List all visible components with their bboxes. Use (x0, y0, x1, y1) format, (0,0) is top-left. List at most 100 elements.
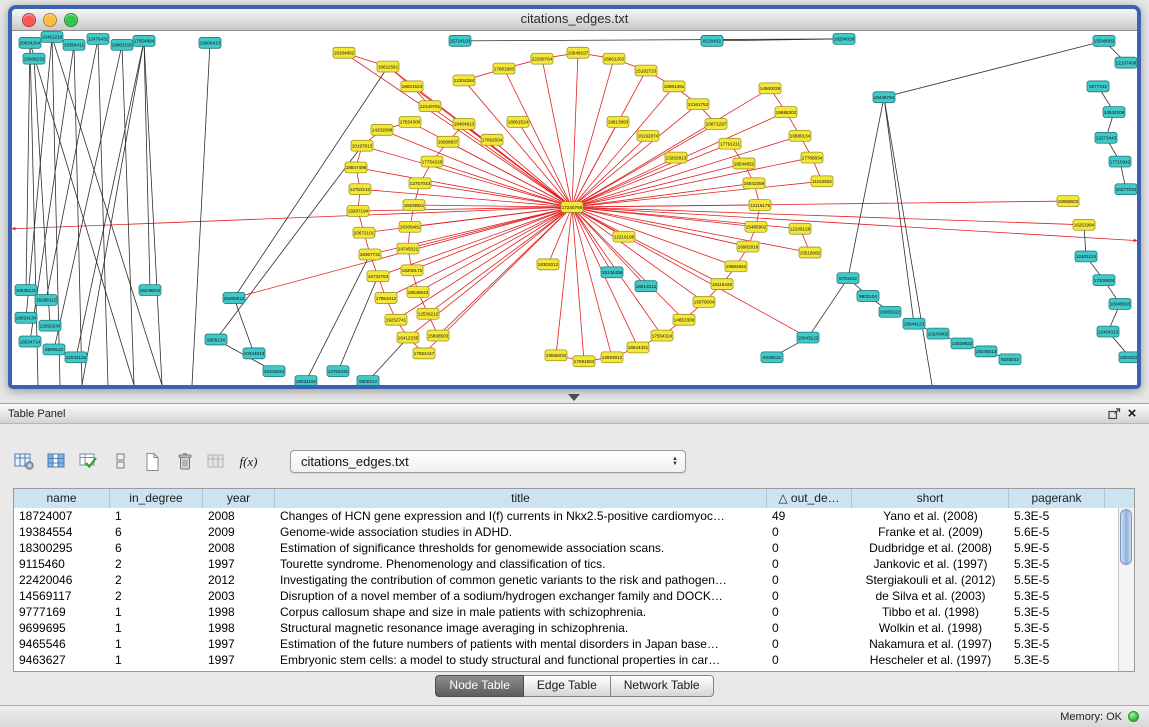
graph-node[interactable]: 17554447 (413, 348, 435, 359)
graph-node[interactable]: 17081504 (573, 356, 595, 367)
table-row[interactable]: 946362711997Embryonic stem cells: a mode… (14, 652, 1119, 668)
graph-node[interactable]: 12536212 (417, 308, 439, 319)
graph-node[interactable]: 16043122 (797, 332, 819, 343)
function-builder-icon[interactable]: f(x) (236, 450, 261, 473)
graph-node[interactable]: 17554324 (651, 330, 673, 341)
cell-in_degree[interactable]: 2 (110, 588, 203, 604)
graph-node[interactable]: 16042359 (743, 178, 765, 189)
row-tools-icon[interactable] (108, 450, 133, 473)
graph-edge[interactable] (464, 80, 572, 207)
graph-edge[interactable] (216, 146, 362, 340)
cell-year[interactable]: 1997 (203, 636, 275, 652)
graph-node[interactable]: 10243402 (927, 328, 949, 339)
graph-edge[interactable] (234, 298, 254, 353)
delete-table-icon[interactable] (172, 450, 197, 473)
graph-node[interactable]: 26260612 (223, 293, 245, 304)
graph-node[interactable]: 12590234 (39, 320, 61, 331)
show-columns-icon[interactable] (44, 450, 69, 473)
graph-node[interactable]: 16206172 (401, 265, 423, 276)
float-panel-button[interactable] (1105, 406, 1123, 422)
vertical-scrollbar[interactable] (1118, 508, 1134, 671)
graph-node[interactable]: 17081983 (493, 63, 515, 74)
graph-node[interactable]: 12116179 (749, 200, 771, 211)
graph-node[interactable]: 18302012 (537, 259, 559, 270)
table-options-icon[interactable] (12, 450, 37, 473)
graph-edge[interactable] (884, 97, 932, 385)
network-canvas[interactable]: 1724076918184882166115921800152312140781… (12, 31, 1137, 385)
graph-node[interactable]: 15518082 (799, 247, 821, 258)
graph-edge[interactable] (26, 43, 30, 290)
cell-in_degree[interactable]: 1 (110, 636, 203, 652)
cell-title[interactable]: Corpus callosum shape and size in male p… (275, 604, 767, 620)
graph-node[interactable]: 16461219 (41, 31, 63, 42)
graph-edge[interactable] (368, 338, 408, 382)
graph-node[interactable]: 12893912 (601, 352, 623, 363)
graph-edge[interactable] (572, 207, 748, 247)
graph-node[interactable]: 18464913 (453, 119, 475, 130)
graph-node[interactable]: 12216198 (613, 231, 635, 242)
column-header-year[interactable]: year (203, 489, 275, 508)
table-row[interactable]: 946554611997Estimation of the future num… (14, 636, 1119, 652)
cell-short[interactable]: Hescheler et al. (1997) (852, 652, 1009, 668)
graph-node[interactable]: 12197408 (1115, 57, 1137, 68)
table-row[interactable]: 1938455462009Genome-wide association stu… (14, 524, 1119, 540)
graph-node[interactable]: 19565032 (545, 350, 567, 361)
splitter-handle[interactable] (568, 394, 580, 401)
graph-node[interactable]: 18044123 (903, 318, 925, 329)
graph-node[interactable]: 12763431 (327, 366, 349, 377)
graph-node[interactable]: 18024161 (295, 376, 317, 385)
graph-edge[interactable] (572, 144, 730, 207)
graph-edge[interactable] (572, 164, 744, 208)
graph-node[interactable]: 14560029 (759, 83, 781, 94)
graph-node[interactable]: 19613993 (607, 117, 629, 128)
graph-node[interactable]: 19885302 (775, 107, 797, 118)
cell-title[interactable]: Structural magnetic resonance image aver… (275, 620, 767, 636)
graph-node[interactable]: 18049543 (407, 287, 429, 298)
graph-node[interactable]: 9277432 (1087, 81, 1109, 92)
cell-year[interactable]: 2003 (203, 588, 275, 604)
cell-short[interactable]: Stergiakouli et al. (2012) (852, 572, 1009, 588)
graph-node[interactable]: 17209934 (1093, 275, 1115, 286)
cell-out_degree[interactable]: 0 (767, 588, 852, 604)
graph-node[interactable]: 16162874 (637, 130, 659, 141)
cell-out_degree[interactable]: 0 (767, 652, 852, 668)
cell-title[interactable]: Genome-wide association studies in ADHD. (275, 524, 767, 540)
cell-short[interactable]: Wolkin et al. (1998) (852, 620, 1009, 636)
graph-node[interactable]: 14029822 (951, 338, 973, 349)
graph-node[interactable]: 16732763 (367, 271, 389, 282)
graph-node[interactable]: 15724103 (449, 35, 471, 46)
graph-node[interactable]: 15248034 (139, 285, 161, 296)
graph-node[interactable]: 18384412 (63, 39, 85, 50)
graph-node[interactable]: 20634204 (19, 37, 41, 48)
graph-edge[interactable] (430, 106, 572, 207)
cell-pagerank[interactable]: 5.5E-5 (1009, 572, 1105, 588)
graph-edge[interactable] (76, 41, 144, 357)
graph-node[interactable]: 12204284 (453, 75, 475, 86)
cell-title[interactable]: Investigating the contribution of common… (275, 572, 767, 588)
graph-edge[interactable] (46, 39, 98, 300)
cell-out_degree[interactable]: 0 (767, 636, 852, 652)
graph-edge[interactable] (144, 41, 162, 385)
cell-year[interactable]: 2008 (203, 540, 275, 556)
graph-node[interactable]: 15485902 (745, 221, 767, 232)
graph-node[interactable]: 8130432 (701, 35, 723, 46)
cell-in_degree[interactable]: 6 (110, 540, 203, 556)
graph-node[interactable]: 17554884 (133, 35, 155, 46)
graph-edge[interactable] (30, 43, 134, 385)
graph-edge[interactable] (338, 276, 378, 371)
graph-node[interactable]: 18024134 (15, 312, 37, 323)
graph-node[interactable]: 17791211 (719, 138, 741, 149)
graph-edge[interactable] (432, 162, 572, 207)
cell-in_degree[interactable]: 2 (110, 556, 203, 572)
graph-edge[interactable] (192, 43, 210, 385)
cell-pagerank[interactable]: 5.3E-5 (1009, 636, 1105, 652)
graph-node[interactable]: 10046503 (1109, 298, 1131, 309)
cell-in_degree[interactable]: 6 (110, 524, 203, 540)
graph-node[interactable]: 14653306 (673, 314, 695, 325)
tab-edge-table[interactable]: Edge Table (524, 675, 611, 697)
graph-edge[interactable] (572, 122, 618, 207)
cell-in_degree[interactable]: 2 (110, 572, 203, 588)
graph-node[interactable]: 20672101 (353, 227, 375, 238)
cell-year[interactable]: 2012 (203, 572, 275, 588)
cell-name[interactable]: 9115460 (14, 556, 110, 572)
